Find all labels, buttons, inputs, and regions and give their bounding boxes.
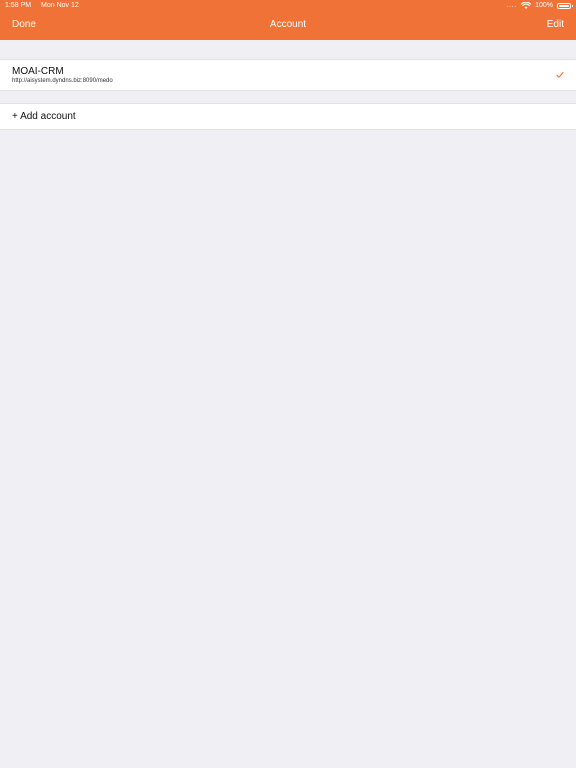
navigation-bar: Done Account Edit (0, 12, 576, 40)
account-row-moai-crm[interactable]: MOAI-CRM http://aisystem.dyndns.biz:8090… (0, 59, 576, 91)
wifi-icon (521, 2, 532, 9)
checkmark-icon (556, 72, 564, 78)
battery-percent: 100% (535, 2, 553, 9)
status-date: Mon Nov 12 (41, 2, 79, 9)
edit-button[interactable]: Edit (547, 19, 564, 30)
status-right: .... 100% (506, 0, 573, 12)
status-time: 1:58 PM (5, 2, 32, 9)
done-button[interactable]: Done (12, 19, 36, 30)
battery-fill (559, 5, 569, 7)
header: 1:58 PM Mon Nov 12 .... 100% Done Accoun… (0, 0, 576, 40)
page-title: Account (269, 19, 307, 30)
account-name: MOAI-CRM (12, 66, 64, 77)
add-account-label: + Add account (12, 111, 76, 122)
signal-indicator: .... (506, 3, 518, 9)
account-screen: 1:58 PM Mon Nov 12 .... 100% Done Accoun… (0, 0, 576, 768)
status-left: 1:58 PM Mon Nov 12 (5, 0, 87, 12)
account-url: http://aisystem.dyndns.biz:8090/medo (12, 78, 113, 84)
status-bar: 1:58 PM Mon Nov 12 .... 100% (0, 0, 576, 12)
add-account-button[interactable]: + Add account (0, 103, 576, 130)
battery-icon (557, 3, 573, 9)
